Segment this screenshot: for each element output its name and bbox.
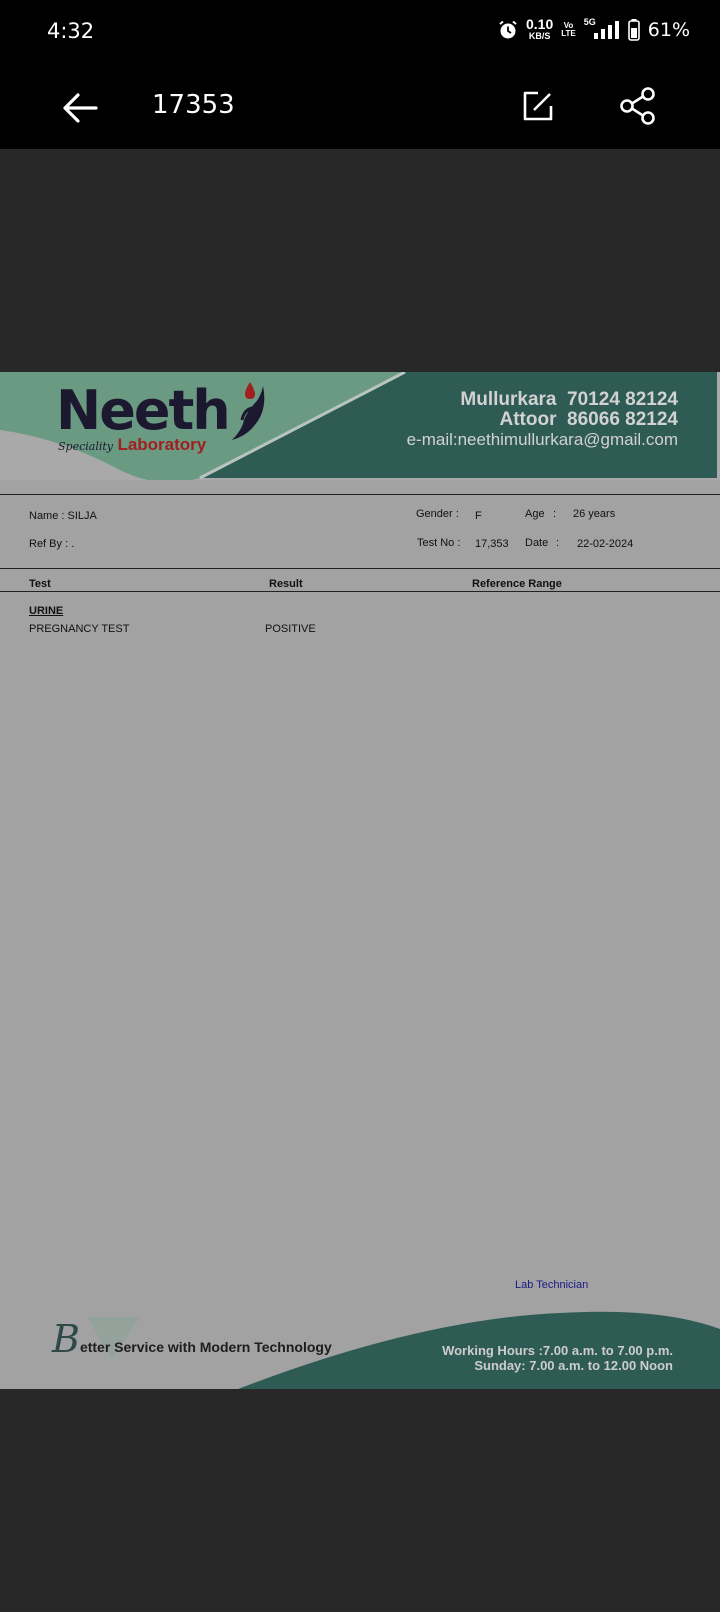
date-label: Date xyxy=(525,537,549,549)
status-icons: 0.10 KB/S Vo LTE 5G 61% xyxy=(498,16,690,41)
edit-icon[interactable] xyxy=(520,88,556,124)
test-no-value: 17,353 xyxy=(475,538,509,550)
column-result: Result xyxy=(269,578,303,590)
tagline-text: etter Service with Modern Technology xyxy=(79,1339,332,1355)
app-bar: 17353 xyxy=(0,64,720,149)
report-header: Neeth Speciality Laboratory Mullurkara 7… xyxy=(0,372,720,480)
name-label: Name : xyxy=(29,510,65,522)
network-speed: 0.10 KB/S xyxy=(526,16,554,41)
column-reference-range: Reference Range xyxy=(472,578,562,590)
tagline-initial: B xyxy=(52,1317,80,1361)
share-icon[interactable] xyxy=(618,86,658,126)
branch-1-name: Mullurkara xyxy=(460,389,557,410)
ref-value: . xyxy=(71,538,75,550)
alarm-icon xyxy=(499,20,517,38)
branch-1-phone: 70124 82124 xyxy=(567,389,678,410)
lab-report-page: Neeth Speciality Laboratory Mullurkara 7… xyxy=(0,372,720,1389)
branch-2-name: Attoor xyxy=(499,409,557,430)
working-hours-line-1: Working Hours :7.00 a.m. to 7.00 p.m. xyxy=(442,1343,673,1358)
ref-label: Ref By : xyxy=(29,538,69,550)
divider-columns-bottom xyxy=(0,591,720,592)
status-time: 4:32 xyxy=(47,19,95,43)
name-value: SILJA xyxy=(67,510,97,522)
battery-icon xyxy=(627,18,640,41)
status-bar: 4:32 0.10 KB/S Vo LTE 5G 61% xyxy=(0,0,720,64)
logo-laboratory: Laboratory xyxy=(117,435,207,454)
logo-hand-drop-icon xyxy=(232,382,265,440)
column-test: Test xyxy=(29,578,51,590)
test-row-name: PREGNANCY TEST xyxy=(29,623,130,635)
signal-5g-icon: 5G xyxy=(584,17,620,41)
branch-2-phone: 86066 82124 xyxy=(567,409,678,430)
volte-bottom: LTE xyxy=(561,28,576,38)
gender-value: F xyxy=(475,510,482,522)
lab-logo: Neeth Speciality Laboratory xyxy=(56,379,265,454)
battery-percent: 61% xyxy=(647,18,690,41)
back-arrow-icon[interactable] xyxy=(58,86,102,130)
age-separator: : xyxy=(553,508,557,520)
patient-name: Name : SILJA xyxy=(29,510,97,522)
date-separator: : xyxy=(556,537,560,549)
divider-top xyxy=(0,494,720,495)
lab-email: e-mail:neethimullurkara@gmail.com xyxy=(406,430,678,449)
branch-2: Attoor 86066 82124 xyxy=(407,409,679,430)
gender-label: Gender : xyxy=(416,508,459,520)
divider-columns-top xyxy=(0,568,720,569)
age-value: 26 years xyxy=(573,508,616,520)
date-value: 22-02-2024 xyxy=(577,538,634,550)
lab-contact: Mullurkara 70124 82124 Attoor 86066 8212… xyxy=(407,390,678,450)
volte-indicator: Vo LTE xyxy=(561,21,576,38)
footer-tagline: Better Service with Modern Technology xyxy=(52,1317,332,1361)
network-speed-unit: KB/S xyxy=(528,31,551,41)
logo-speciality: Speciality xyxy=(58,440,113,453)
ref-by: Ref By : . xyxy=(29,538,74,550)
test-row-result: POSITIVE xyxy=(265,623,316,635)
document-title: 17353 xyxy=(152,90,235,120)
working-hours: Working Hours :7.00 a.m. to 7.00 p.m. Su… xyxy=(442,1343,673,1373)
working-hours-line-2: Sunday: 7.00 a.m. to 12.00 Noon xyxy=(474,1358,673,1373)
network-speed-value: 0.10 xyxy=(526,16,554,32)
section-heading: URINE xyxy=(29,605,64,617)
logo-main-text: Neeth xyxy=(56,379,231,442)
test-no-label: Test No : xyxy=(417,537,461,549)
branch-1: Mullurkara 70124 82124 xyxy=(407,390,678,410)
age-label: Age xyxy=(525,508,545,520)
